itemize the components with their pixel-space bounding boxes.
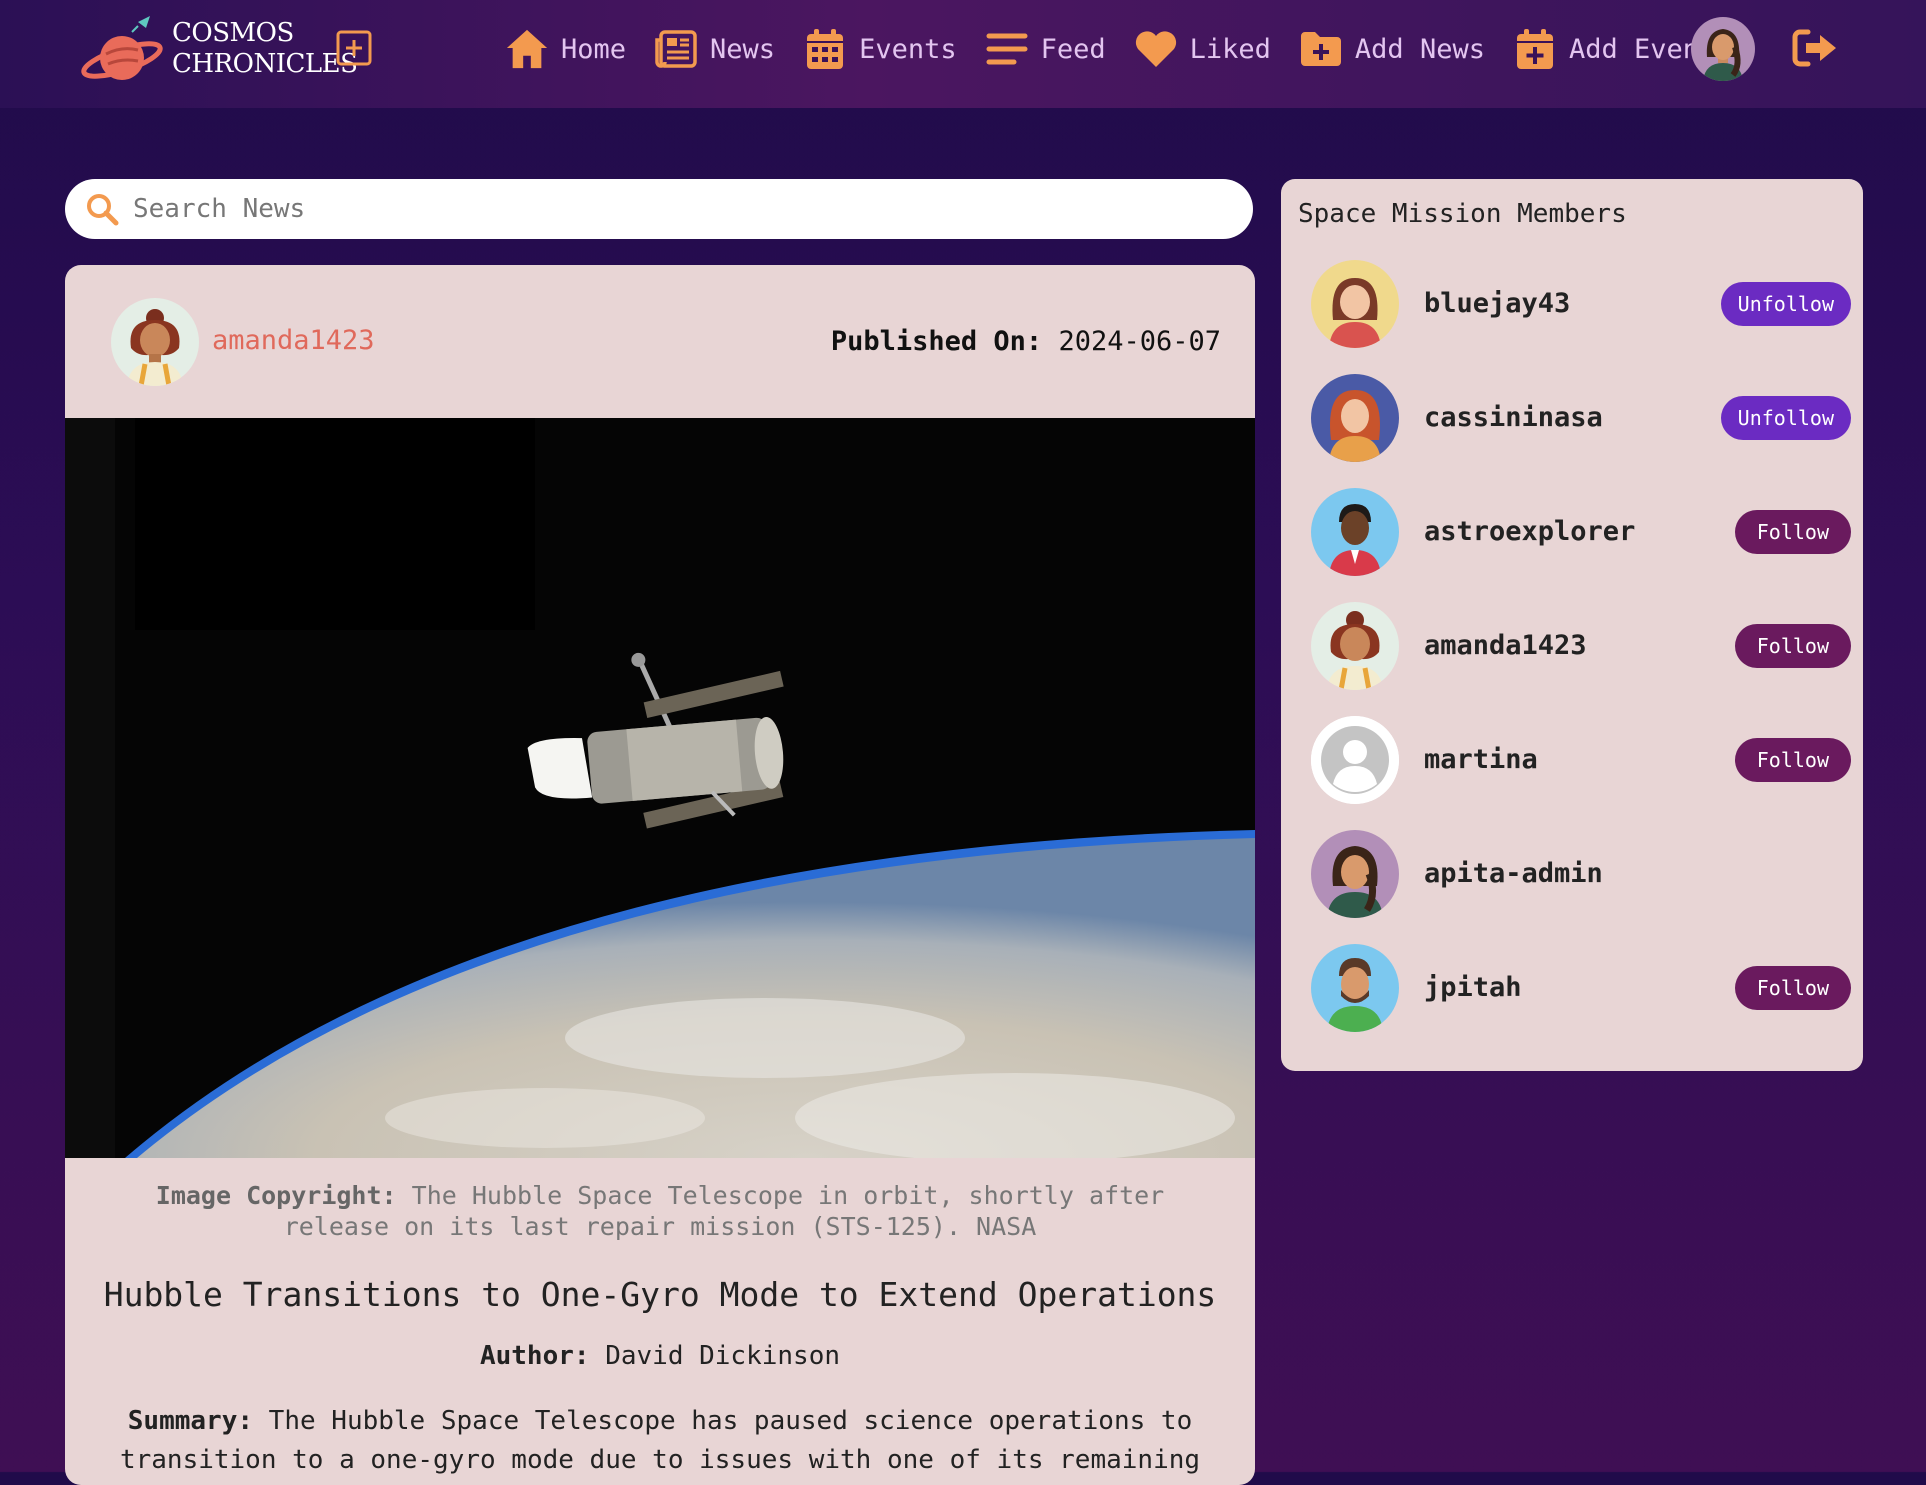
member-avatar[interactable]: [1311, 488, 1399, 576]
hubble-telescope-image: [65, 418, 1255, 1158]
post-image: [65, 418, 1255, 1158]
main-nav: Home News Events Feed Liked Add News Add…: [505, 24, 1760, 74]
post-title: Hubble Transitions to One-Gyro Mode to E…: [103, 1275, 1217, 1314]
member-row: martina Follow: [1311, 716, 1851, 804]
search-icon: [87, 194, 119, 226]
member-name[interactable]: cassininasa: [1424, 402, 1603, 433]
member-avatar[interactable]: [1311, 716, 1399, 804]
home-icon: [505, 27, 549, 71]
search-bar[interactable]: [65, 179, 1253, 239]
member-row: jpitah Follow: [1311, 944, 1851, 1032]
post-author: Author: David Dickinson: [65, 1341, 1255, 1371]
newspaper-icon: [654, 27, 698, 71]
nav-home-label: Home: [561, 33, 627, 65]
nav-liked-label: Liked: [1189, 33, 1271, 65]
member-name[interactable]: martina: [1424, 744, 1538, 775]
add-square-icon[interactable]: [336, 30, 372, 66]
member-row: astroexplorer Follow: [1311, 488, 1851, 576]
nav-events[interactable]: Events: [803, 27, 957, 71]
member-row: amanda1423 Follow: [1311, 602, 1851, 690]
image-copyright: Image Copyright: The Hubble Space Telesc…: [125, 1180, 1195, 1242]
member-name[interactable]: jpitah: [1424, 972, 1522, 1003]
member-avatar[interactable]: [1311, 374, 1399, 462]
nav-add-news-label: Add News: [1354, 33, 1485, 65]
follow-button[interactable]: Follow: [1734, 738, 1851, 782]
member-row: cassininasa Unfollow: [1311, 374, 1851, 462]
nav-feed-label: Feed: [1040, 33, 1106, 65]
unfollow-button[interactable]: Unfollow: [1720, 282, 1851, 326]
nav-events-label: Events: [859, 33, 957, 65]
brand-name: COSMOS CHRONICLES: [172, 18, 358, 79]
nav-news-label: News: [710, 33, 776, 65]
member-avatar[interactable]: [1311, 260, 1399, 348]
author-label: Author:: [479, 1341, 590, 1371]
member-avatar[interactable]: [1311, 830, 1399, 918]
follow-button[interactable]: Follow: [1734, 510, 1851, 554]
member-avatar[interactable]: [1311, 944, 1399, 1032]
nav-home[interactable]: Home: [505, 27, 626, 71]
heart-icon: [1134, 27, 1178, 71]
folder-plus-icon: [1299, 27, 1343, 71]
user-avatar[interactable]: [1691, 17, 1755, 81]
members-title: Space Mission Members: [1298, 199, 1627, 229]
summary-text: The Hubble Space Telescope has paused sc…: [119, 1406, 1201, 1475]
nav-feed[interactable]: Feed: [985, 27, 1106, 71]
unfollow-button[interactable]: Unfollow: [1720, 396, 1851, 440]
calendar-plus-icon: [1513, 27, 1557, 71]
member-row: apita-admin: [1311, 830, 1851, 918]
post-summary: Summary: The Hubble Space Telescope has …: [115, 1402, 1205, 1480]
copyright-label: Image Copyright:: [155, 1181, 397, 1210]
space-mission-members-panel: Space Mission Members bluejay43 Unfollow…: [1281, 179, 1863, 1071]
copyright-text: The Hubble Space Telescope in orbit, sho…: [283, 1181, 1165, 1241]
member-row: bluejay43 Unfollow: [1311, 260, 1851, 348]
calendar-icon: [803, 27, 847, 71]
nav-add-news[interactable]: Add News: [1299, 27, 1485, 71]
search-input[interactable]: [131, 193, 1235, 225]
follow-button[interactable]: Follow: [1734, 966, 1851, 1010]
published-label: Published On:: [830, 326, 1043, 357]
member-name[interactable]: apita-admin: [1424, 858, 1603, 889]
feed-icon: [985, 27, 1029, 71]
post-author-avatar[interactable]: [111, 298, 199, 386]
post-author-username[interactable]: amanda1423: [212, 325, 375, 356]
news-post-card: amanda1423 Published On: 2024-06-07 Imag…: [65, 265, 1255, 1485]
nav-liked[interactable]: Liked: [1134, 27, 1271, 71]
logout-icon[interactable]: [1792, 28, 1838, 68]
member-avatar[interactable]: [1311, 602, 1399, 690]
brand-logo[interactable]: COSMOS CHRONICLES: [80, 14, 358, 86]
author-name: David Dickinson: [605, 1341, 841, 1371]
summary-label: Summary:: [127, 1406, 254, 1436]
member-name[interactable]: astroexplorer: [1424, 516, 1635, 547]
published-date: Published On: 2024-06-07: [831, 326, 1221, 357]
nav-news[interactable]: News: [654, 27, 775, 71]
follow-button[interactable]: Follow: [1734, 624, 1851, 668]
published-value: 2024-06-07: [1058, 326, 1221, 357]
planet-logo-icon: [81, 16, 163, 80]
navbar: COSMOS CHRONICLES Home News Events Feed …: [0, 0, 1926, 108]
member-name[interactable]: amanda1423: [1424, 630, 1587, 661]
member-name[interactable]: bluejay43: [1424, 288, 1570, 319]
